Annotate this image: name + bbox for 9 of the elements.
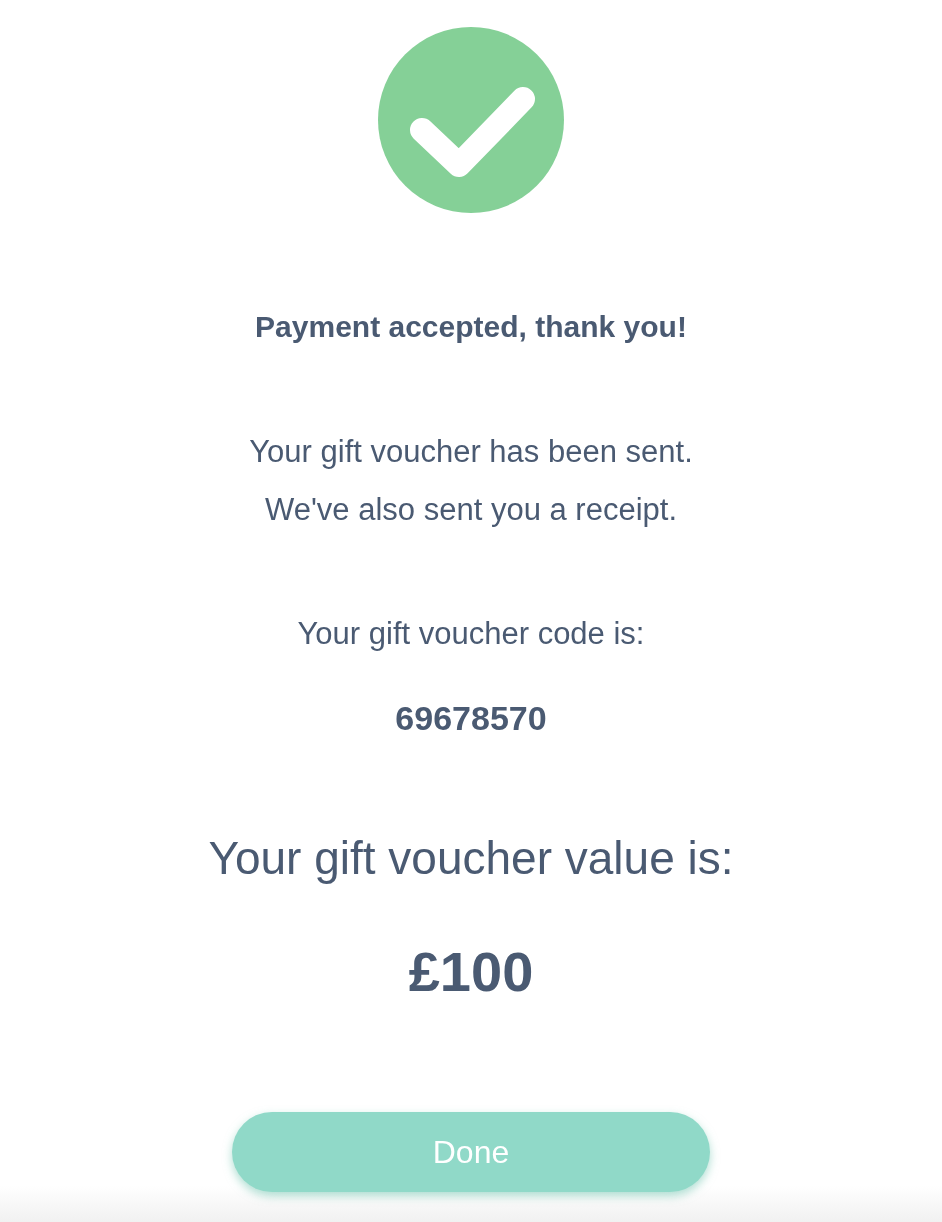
voucher-code: 69678570 (395, 698, 547, 738)
message-line: Your gift voucher has been sent. (249, 433, 693, 471)
done-button[interactable]: Done (232, 1112, 710, 1192)
check-circle-icon (378, 27, 564, 213)
value-label: Your gift voucher value is: (208, 831, 734, 886)
voucher-value: £100 (408, 940, 534, 1004)
confirmation-title: Payment accepted, thank you! (255, 309, 687, 345)
code-label: Your gift voucher code is: (297, 615, 645, 653)
message-line: We've also sent you a receipt. (265, 491, 677, 529)
